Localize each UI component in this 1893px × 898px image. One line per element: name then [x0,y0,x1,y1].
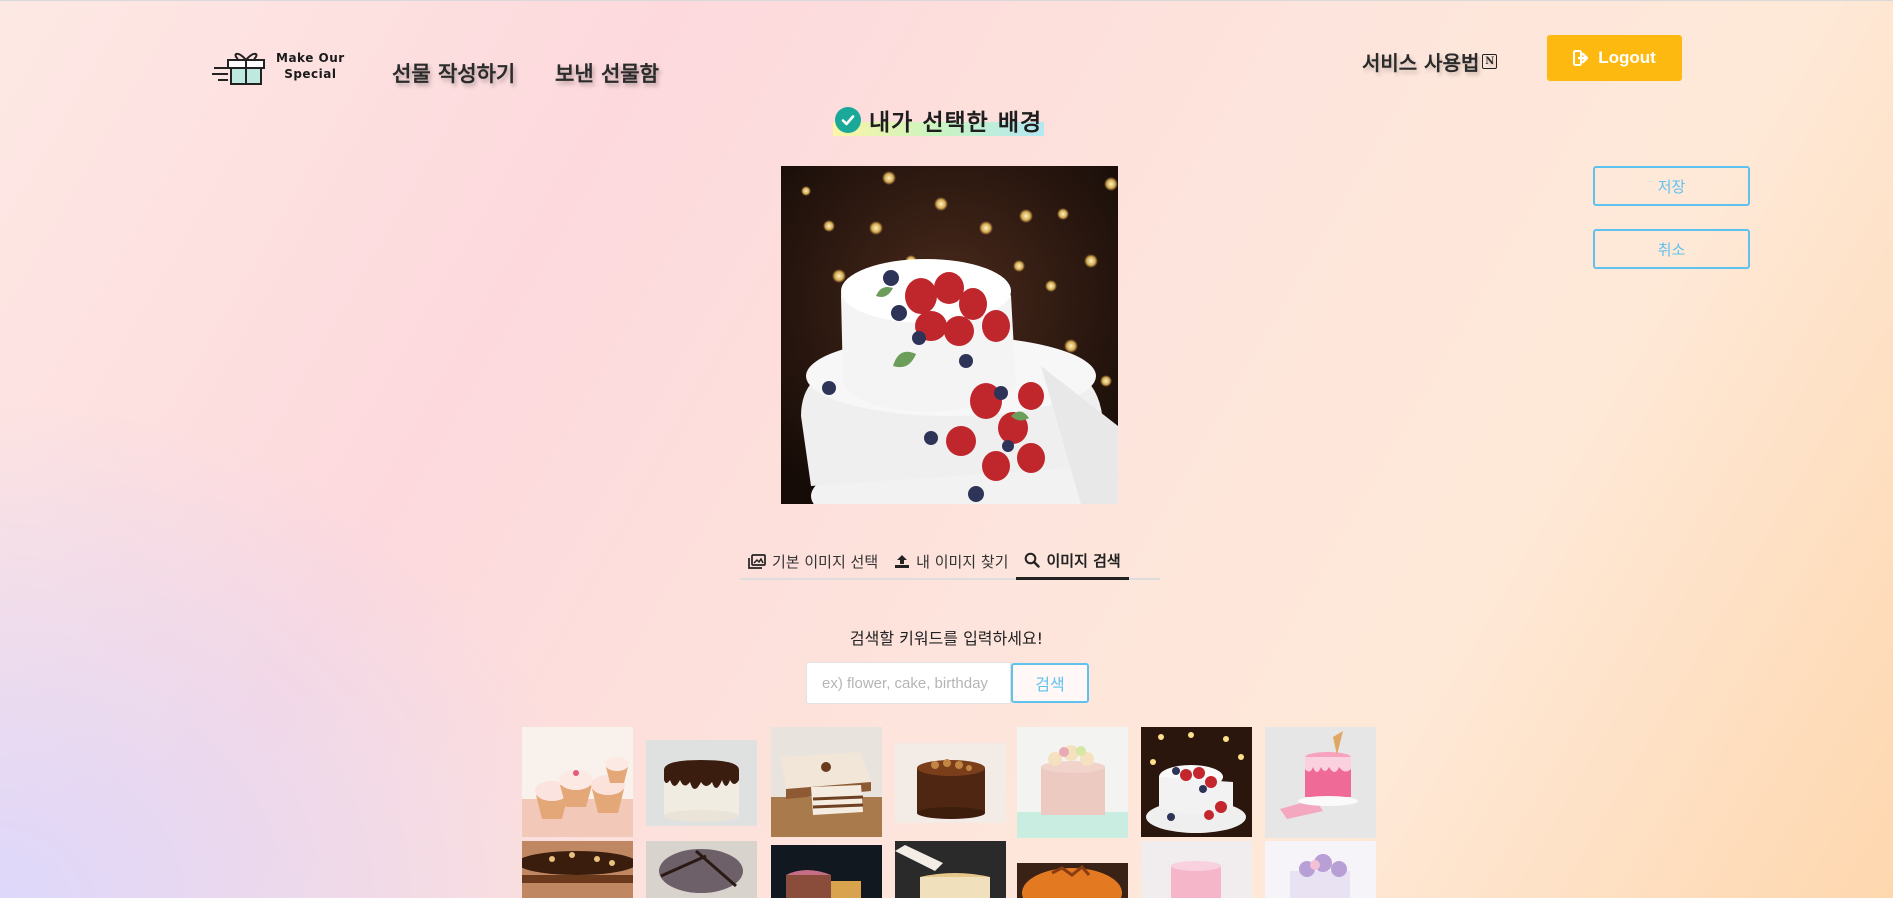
service-guide-link[interactable]: 서비스 사용법 N [1362,47,1498,76]
search-icon [1025,552,1041,568]
logout-label: Logout [1598,48,1656,67]
result-thumbnail[interactable] [1017,863,1128,898]
search-input[interactable] [806,662,1011,704]
result-thumbnail[interactable] [771,845,882,898]
logo[interactable]: Make Our Special [212,46,345,86]
logout-button[interactable]: Logout [1547,35,1682,81]
logo-text: Make Our Special [276,50,345,82]
result-thumbnail[interactable] [1141,727,1252,837]
tab-default-images-label: 기본 이미지 선택 [772,553,879,571]
result-thumbnail[interactable] [646,740,757,826]
tab-image-search-label: 이미지 검색 [1046,551,1121,570]
result-thumbnail[interactable] [895,841,1006,898]
upload-icon [895,555,910,568]
cancel-button[interactable]: 취소 [1593,229,1750,269]
top-border [0,0,1893,1]
tab-my-images-label: 내 이미지 찾기 [916,553,1009,571]
nav-sent-gifts[interactable]: 보낸 선물함 [555,58,659,88]
nav-create-gift[interactable]: 선물 작성하기 [392,58,515,88]
check-circle-icon [835,107,861,133]
search-button[interactable]: 검색 [1011,663,1089,703]
result-thumbnail[interactable] [1265,841,1376,898]
result-thumbnail[interactable] [1141,841,1252,898]
result-thumbnail[interactable] [1017,727,1128,838]
gift-logo-icon [212,52,265,85]
tab-default-images[interactable]: 기본 이미지 선택 [740,543,886,580]
image-source-tabs: 기본 이미지 선택 내 이미지 찾기 이미지 검색 [740,543,1160,580]
service-guide-label: 서비스 사용법 [1362,51,1480,75]
logo-line-2: Special [284,67,337,81]
images-icon [748,554,766,569]
result-thumbnail[interactable] [522,841,633,898]
result-thumbnail[interactable] [522,727,633,837]
result-thumbnail[interactable] [895,743,1006,823]
result-thumbnail[interactable] [771,727,882,837]
tab-my-images[interactable]: 내 이미지 찾기 [886,543,1016,580]
tab-image-search[interactable]: 이미지 검색 [1016,543,1129,580]
sign-out-icon [1573,50,1589,66]
notion-icon: N [1482,54,1498,69]
page-title: 내가 선택한 배경 [833,104,1045,136]
result-thumbnail[interactable] [646,841,757,898]
logo-line-1: Make Our [276,51,345,65]
selected-background-preview [781,166,1118,504]
title-text: 내가 선택한 배경 [869,110,1043,136]
search-prompt: 검색할 키워드를 입력하세요! [849,629,1044,648]
result-thumbnail[interactable] [1265,727,1376,838]
save-button[interactable]: 저장 [1593,166,1750,206]
